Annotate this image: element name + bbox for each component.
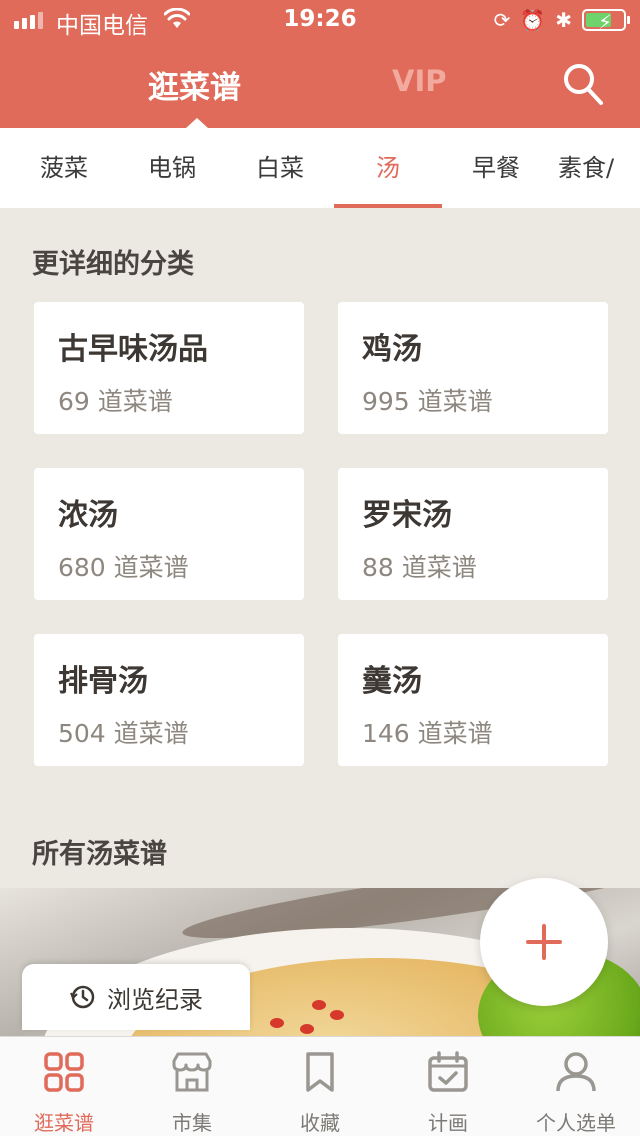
tab-category-electric-pot[interactable]: 电锅 <box>118 128 226 208</box>
tab-category-soup[interactable]: 汤 <box>334 128 442 208</box>
top-bar: 中国电信 19:26 ⟳ ⏰ ✱ ⚡ 逛菜谱 VIP <box>0 0 640 128</box>
nav-label: 收藏 <box>300 1111 340 1135</box>
subcategory-card[interactable]: 鸡汤 995 道菜谱 <box>338 302 608 434</box>
calendar-check-icon <box>428 1051 468 1092</box>
status-icons: ⟳ ⏰ ✱ ⚡ <box>493 8 630 34</box>
search-icon[interactable] <box>562 62 604 106</box>
bluetooth-icon: ✱ <box>555 8 572 32</box>
subcategory-name: 古早味汤品 <box>58 332 208 367</box>
browse-history-label: 浏览纪录 <box>107 985 203 1014</box>
tab-category-spinach[interactable]: 菠菜 <box>10 128 118 208</box>
category-tabs: 菠菜 电锅 白菜 汤 早餐 素食/ <box>0 128 640 208</box>
history-clock-icon <box>70 985 95 1009</box>
section-title-subcategories: 更详细的分类 <box>32 249 194 280</box>
subcategory-count: 680 道菜谱 <box>58 553 189 582</box>
subcategory-count: 995 道菜谱 <box>362 387 493 416</box>
rotation-lock-icon: ⟳ <box>493 8 511 32</box>
alarm-icon: ⏰ <box>520 8 546 32</box>
nav-label: 市集 <box>172 1111 212 1135</box>
add-button[interactable] <box>480 878 608 1006</box>
battery-charging-icon: ⚡ <box>582 9 630 34</box>
subcategory-name: 羹汤 <box>362 664 422 699</box>
status-bar: 中国电信 19:26 ⟳ ⏰ ✱ ⚡ <box>0 0 640 42</box>
tab-category-breakfast[interactable]: 早餐 <box>442 128 550 208</box>
tab-category-vegetarian[interactable]: 素食/ <box>558 128 640 208</box>
nav-item-profile[interactable]: 个人选单 <box>512 1037 640 1136</box>
store-icon <box>172 1052 212 1092</box>
browse-history-button[interactable]: 浏览纪录 <box>22 964 250 1030</box>
nav-label: 逛菜谱 <box>34 1111 94 1135</box>
subcategory-card[interactable]: 古早味汤品 69 道菜谱 <box>34 302 304 434</box>
subcategory-card[interactable]: 罗宋汤 88 道菜谱 <box>338 468 608 600</box>
subcategory-count: 504 道菜谱 <box>58 719 189 748</box>
subcategory-count: 88 道菜谱 <box>362 553 477 582</box>
nav-item-plan[interactable]: 计画 <box>384 1037 512 1136</box>
user-icon <box>556 1052 596 1092</box>
nav-label: 个人选单 <box>536 1111 616 1135</box>
subcategory-name: 排骨汤 <box>58 664 148 699</box>
nav-label: 计画 <box>428 1111 468 1135</box>
subcategory-name: 罗宋汤 <box>362 498 452 533</box>
active-tab-caret <box>186 118 208 128</box>
tab-category-cabbage[interactable]: 白菜 <box>226 128 334 208</box>
subcategory-name: 浓汤 <box>58 498 118 533</box>
bottom-nav: 逛菜谱 市集 收藏 计画 个人选单 <box>0 1036 640 1136</box>
subcategory-count: 146 道菜谱 <box>362 719 493 748</box>
tab-vip[interactable]: VIP <box>392 64 447 98</box>
subcategory-count: 69 道菜谱 <box>58 387 173 416</box>
nav-item-favorites[interactable]: 收藏 <box>256 1037 384 1136</box>
tab-browse-recipes[interactable]: 逛菜谱 <box>148 62 241 107</box>
section-title-all-recipes: 所有汤菜谱 <box>32 839 167 870</box>
nav-item-market[interactable]: 市集 <box>128 1037 256 1136</box>
grid-icon <box>44 1052 84 1092</box>
header: 逛菜谱 VIP <box>0 42 640 128</box>
bookmark-icon <box>306 1052 334 1092</box>
subcategory-card[interactable]: 浓汤 680 道菜谱 <box>34 468 304 600</box>
nav-item-browse[interactable]: 逛菜谱 <box>0 1037 128 1136</box>
subcategory-card[interactable]: 羹汤 146 道菜谱 <box>338 634 608 766</box>
subcategory-name: 鸡汤 <box>362 332 422 367</box>
subcategory-card[interactable]: 排骨汤 504 道菜谱 <box>34 634 304 766</box>
